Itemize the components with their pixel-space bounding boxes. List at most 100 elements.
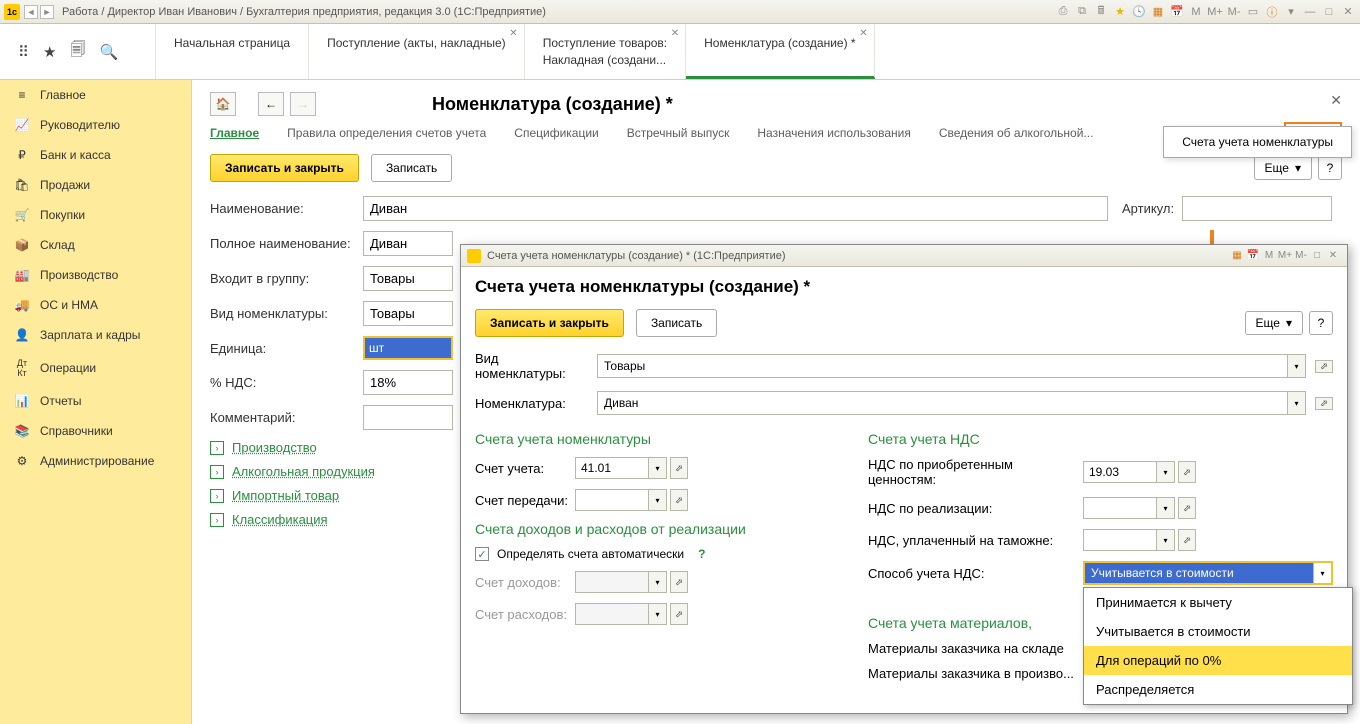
copy-icon[interactable]: ⧉ xyxy=(1074,4,1090,20)
save-close-button[interactable]: Записать и закрыть xyxy=(210,154,359,182)
dropdown-option-selected[interactable]: Для операций по 0% xyxy=(1084,646,1352,675)
expand-icon[interactable]: › xyxy=(210,489,224,503)
vat-field[interactable] xyxy=(363,370,453,395)
fullname-field[interactable] xyxy=(363,231,453,256)
home-button[interactable]: 🏠 xyxy=(210,92,236,116)
link-import[interactable]: Импортный товар xyxy=(232,488,339,503)
dropdown-option[interactable]: Принимается к вычету xyxy=(1084,588,1352,617)
open-button[interactable]: ⬀ xyxy=(670,489,688,511)
open-button[interactable]: ⬀ xyxy=(1315,360,1333,373)
m-icon[interactable]: M xyxy=(1261,248,1277,264)
tab-receipts[interactable]: Поступление (акты, накладные)✕ xyxy=(309,24,525,79)
link-classification[interactable]: Классификация xyxy=(232,512,328,527)
link-alcohol[interactable]: Алкогольная продукция xyxy=(232,464,375,479)
close-window-icon[interactable]: ✕ xyxy=(1340,4,1356,20)
dropdown-button[interactable]: ▾ xyxy=(649,489,667,511)
sidebar-item-reports[interactable]: 📊Отчеты xyxy=(0,386,191,416)
subnav-main[interactable]: Главное xyxy=(210,126,259,140)
sidebar-item-salary[interactable]: 👤Зарплата и кадры xyxy=(0,320,191,350)
tab-home[interactable]: Начальная страница xyxy=(156,24,309,79)
close-icon[interactable]: ✕ xyxy=(509,28,517,39)
nds-sell-field[interactable] xyxy=(1083,497,1157,519)
nds-buy-field[interactable] xyxy=(1083,461,1157,483)
popup-save-button[interactable]: Записать xyxy=(636,309,717,337)
type-field[interactable] xyxy=(363,301,453,326)
sidebar-item-operations[interactable]: ДтКтОперации xyxy=(0,350,191,386)
sidebar-item-admin[interactable]: ⚙Администрирование xyxy=(0,446,191,476)
popup-more-button[interactable]: Еще▾ xyxy=(1245,311,1303,335)
sidebar-item-stock[interactable]: 📦Склад xyxy=(0,230,191,260)
dropdown-button[interactable]: ▾ xyxy=(1288,354,1306,378)
help-icon[interactable]: ? xyxy=(698,547,705,561)
history-icon[interactable]: 🕓 xyxy=(1131,4,1147,20)
grid-icon[interactable]: ▦ xyxy=(1150,4,1166,20)
print-icon[interactable]: ⎙ xyxy=(1055,4,1071,20)
expense-field[interactable] xyxy=(575,603,649,625)
sidebar-item-main[interactable]: ≡Главное xyxy=(0,80,191,110)
window-icon[interactable]: ▭ xyxy=(1245,4,1261,20)
nds-customs-field[interactable] xyxy=(1083,529,1157,551)
apps-icon[interactable]: ⠿ xyxy=(18,43,29,61)
close-page-icon[interactable]: ✕ xyxy=(1330,92,1342,109)
comment-field[interactable] xyxy=(363,405,453,430)
close-icon[interactable]: ✕ xyxy=(671,28,679,39)
dropdown-button[interactable]: ▾ xyxy=(1157,461,1175,483)
mplus-icon[interactable]: M+ xyxy=(1207,4,1223,20)
popup-save-close-button[interactable]: Записать и закрыть xyxy=(475,309,624,337)
back-button[interactable]: ← xyxy=(258,92,284,116)
minimize-icon[interactable]: — xyxy=(1302,4,1318,20)
dropdown-button[interactable]: ▾ xyxy=(1313,563,1331,583)
open-button[interactable]: ⬀ xyxy=(1178,529,1196,551)
expand-icon[interactable]: › xyxy=(210,441,224,455)
subnav-specs[interactable]: Спецификации xyxy=(514,126,598,140)
group-field[interactable] xyxy=(363,266,453,291)
subnav-alcohol[interactable]: Сведения об алкогольной... xyxy=(939,126,1094,140)
maximize-icon[interactable]: □ xyxy=(1321,4,1337,20)
info-icon[interactable]: ⓘ xyxy=(1264,4,1280,20)
dropdown-button[interactable]: ▾ xyxy=(649,571,667,593)
transfer-field[interactable] xyxy=(575,489,649,511)
nav-back-button[interactable]: ◄ xyxy=(24,5,38,19)
subnav-counter[interactable]: Встречный выпуск xyxy=(627,126,730,140)
sidebar-item-sales[interactable]: 🛍Продажи xyxy=(0,170,191,200)
nds-way-field[interactable]: Учитывается в стоимости ▾ xyxy=(1083,561,1333,585)
more-button[interactable]: Еще▾ xyxy=(1254,156,1312,180)
subnav-usage[interactable]: Назначения использования xyxy=(757,126,910,140)
open-button[interactable]: ⬀ xyxy=(670,457,688,479)
expand-icon[interactable]: › xyxy=(210,513,224,527)
popup-help-button[interactable]: ? xyxy=(1309,311,1333,335)
auto-checkbox[interactable]: ✓ xyxy=(475,547,489,561)
article-field[interactable] xyxy=(1182,196,1332,221)
income-field[interactable] xyxy=(575,571,649,593)
dropdown-option[interactable]: Учитывается в стоимости xyxy=(1084,617,1352,646)
menu-down-icon[interactable]: ▾ xyxy=(1283,4,1299,20)
open-button[interactable]: ⬀ xyxy=(1315,397,1333,410)
sidebar-item-manager[interactable]: 📈Руководителю xyxy=(0,110,191,140)
nav-fwd-button[interactable]: ► xyxy=(40,5,54,19)
open-button[interactable]: ⬀ xyxy=(670,603,688,625)
sidebar-item-os[interactable]: 🚚ОС и НМА xyxy=(0,290,191,320)
calc-icon[interactable]: 🖩 xyxy=(1093,4,1109,20)
subnav-rules[interactable]: Правила определения счетов учета xyxy=(287,126,486,140)
favorite-icon[interactable]: ★ xyxy=(1112,4,1128,20)
mminus-icon[interactable]: M- xyxy=(1293,248,1309,264)
popup-type-field[interactable] xyxy=(597,354,1288,378)
search-icon[interactable]: 🔍 xyxy=(99,43,118,61)
m-icon[interactable]: M xyxy=(1188,4,1204,20)
dropdown-button[interactable]: ▾ xyxy=(649,603,667,625)
grid-icon[interactable]: ▦ xyxy=(1229,248,1245,264)
sidebar-item-production[interactable]: 🏭Производство xyxy=(0,260,191,290)
unit-field[interactable] xyxy=(363,336,453,360)
dropdown-button[interactable]: ▾ xyxy=(1288,391,1306,415)
star-icon[interactable]: ★ xyxy=(43,43,56,61)
close-popup-icon[interactable]: ✕ xyxy=(1325,248,1341,264)
help-button[interactable]: ? xyxy=(1318,156,1342,180)
sidebar-item-bank[interactable]: ₽Банк и касса xyxy=(0,140,191,170)
maximize-icon[interactable]: □ xyxy=(1309,248,1325,264)
dropdown-option[interactable]: Распределяется xyxy=(1084,675,1352,704)
expand-icon[interactable]: › xyxy=(210,465,224,479)
dropdown-button[interactable]: ▾ xyxy=(1157,529,1175,551)
dropdown-button[interactable]: ▾ xyxy=(649,457,667,479)
open-button[interactable]: ⬀ xyxy=(1178,461,1196,483)
calendar-icon[interactable]: 📅 xyxy=(1169,4,1185,20)
